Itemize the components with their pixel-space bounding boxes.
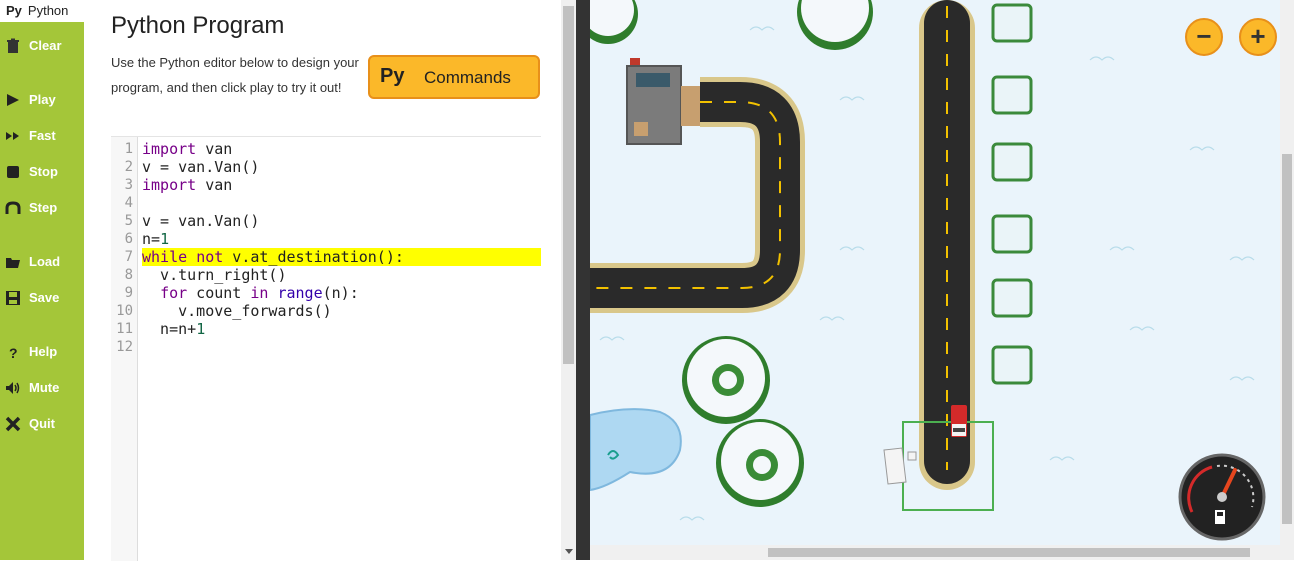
line-number: 6 bbox=[124, 231, 133, 247]
mute-label: Mute bbox=[29, 380, 60, 395]
van bbox=[951, 405, 967, 437]
panel-divider[interactable] bbox=[576, 0, 590, 560]
line-number-gutter: 1 2 3 4 5 6 7 8 9 10 11 12 bbox=[111, 137, 138, 561]
road bbox=[590, 82, 800, 308]
help-button[interactable]: ? Help bbox=[0, 340, 84, 364]
snow-hedge bbox=[991, 278, 1033, 318]
step-icon bbox=[5, 201, 21, 214]
trash-icon bbox=[7, 38, 19, 53]
step-label: Step bbox=[29, 200, 58, 215]
line-number: 9 bbox=[124, 285, 133, 301]
save-button[interactable]: Save bbox=[0, 286, 84, 310]
snow-hedge bbox=[991, 345, 1033, 385]
sidebar: Py Python Clear Play Fast Stop Step Load … bbox=[0, 0, 84, 560]
play-button[interactable]: Play bbox=[0, 88, 84, 112]
map-scrollbar-horizontal-thumb[interactable] bbox=[768, 548, 1250, 557]
code-editor[interactable]: 1 2 3 4 5 6 7 8 9 10 11 12 import van v =… bbox=[111, 136, 541, 561]
stop-button[interactable]: Stop bbox=[0, 160, 84, 184]
snow-tree bbox=[590, 0, 638, 44]
editor-scrollbar[interactable] bbox=[561, 0, 576, 560]
scroll-down-arrow-icon[interactable] bbox=[565, 549, 573, 554]
quit-label: Quit bbox=[29, 416, 55, 431]
line-number: 4 bbox=[124, 195, 133, 211]
commands-button[interactable]: Py Commands bbox=[368, 55, 540, 99]
line-number: 10 bbox=[116, 303, 133, 319]
map-scrollbar-vertical[interactable] bbox=[1280, 0, 1294, 545]
python-logo-icon: Py bbox=[380, 65, 405, 87]
speaker-icon bbox=[6, 382, 20, 394]
snow-hedge bbox=[991, 214, 1033, 254]
quit-button[interactable]: Quit bbox=[0, 412, 84, 436]
code-line[interactable]: import van bbox=[142, 176, 232, 194]
close-icon bbox=[5, 416, 21, 432]
frozen-pond bbox=[590, 408, 682, 492]
mute-button[interactable]: Mute bbox=[0, 376, 84, 400]
code-line[interactable]: n=1 bbox=[142, 230, 169, 248]
save-label: Save bbox=[29, 290, 60, 305]
zoom-out-button[interactable]: − bbox=[1185, 18, 1223, 56]
editor-description: Use the Python editor below to design yo… bbox=[111, 55, 359, 95]
code-line[interactable]: for count in range(n): bbox=[142, 284, 359, 302]
code-line[interactable]: v.move_forwards() bbox=[142, 302, 332, 320]
play-label: Play bbox=[29, 92, 56, 107]
line-number: 1 bbox=[124, 141, 133, 157]
fast-forward-icon bbox=[6, 132, 19, 140]
clear-label: Clear bbox=[29, 38, 62, 53]
snow-tree bbox=[682, 336, 770, 424]
fast-label: Fast bbox=[29, 128, 56, 143]
tab-python-label: Python bbox=[27, 3, 69, 18]
house bbox=[626, 58, 701, 145]
folder-icon bbox=[6, 258, 20, 268]
stop-icon bbox=[7, 166, 19, 178]
snow-hedge bbox=[991, 75, 1033, 115]
line-number: 8 bbox=[124, 267, 133, 283]
snow-hedge bbox=[991, 3, 1033, 43]
line-number: 2 bbox=[124, 159, 133, 175]
fuel-gauge-icon bbox=[1178, 453, 1266, 541]
code-line-highlighted[interactable]: while not v.at_destination(): bbox=[142, 248, 541, 266]
line-number: 7 bbox=[124, 249, 133, 265]
fast-button[interactable]: Fast bbox=[0, 124, 84, 148]
editor-panel: Python Program Use the Python editor bel… bbox=[84, 0, 561, 561]
tab-python[interactable]: Py Python bbox=[0, 0, 84, 22]
clear-button[interactable]: Clear bbox=[0, 34, 84, 58]
step-button[interactable]: Step bbox=[0, 196, 84, 220]
stop-label: Stop bbox=[29, 164, 58, 179]
help-label: Help bbox=[29, 344, 58, 359]
line-number: 12 bbox=[116, 339, 133, 355]
snow-tree bbox=[716, 419, 804, 507]
python-logo-icon: Py bbox=[6, 3, 22, 18]
code-line[interactable]: v = van.Van() bbox=[142, 158, 259, 176]
line-number: 5 bbox=[124, 213, 133, 229]
floppy-icon bbox=[6, 291, 20, 305]
code-line[interactable]: n=n+1 bbox=[142, 320, 205, 338]
map-scrollbar-horizontal[interactable] bbox=[590, 545, 1294, 560]
line-number: 11 bbox=[116, 321, 133, 337]
game-map[interactable]: − + bbox=[590, 0, 1294, 560]
snow-hedge bbox=[991, 142, 1033, 182]
zoom-in-button[interactable]: + bbox=[1239, 18, 1277, 56]
load-label: Load bbox=[29, 254, 61, 269]
code-line[interactable]: v = van.Van() bbox=[142, 212, 259, 230]
page-title: Python Program bbox=[111, 12, 285, 39]
code-line[interactable]: v.turn_right() bbox=[142, 266, 286, 284]
commands-label: Commands bbox=[424, 68, 511, 87]
delivery-house bbox=[883, 447, 917, 485]
play-icon bbox=[7, 94, 19, 106]
code-line[interactable]: import van bbox=[142, 140, 232, 158]
question-icon: ? bbox=[9, 345, 18, 360]
line-number: 3 bbox=[124, 177, 133, 193]
editor-scrollbar-thumb[interactable] bbox=[563, 6, 574, 364]
load-button[interactable]: Load bbox=[0, 250, 84, 274]
snow-tree bbox=[797, 0, 873, 50]
svg-text:?: ? bbox=[9, 345, 18, 360]
map-scrollbar-vertical-thumb[interactable] bbox=[1282, 154, 1292, 524]
